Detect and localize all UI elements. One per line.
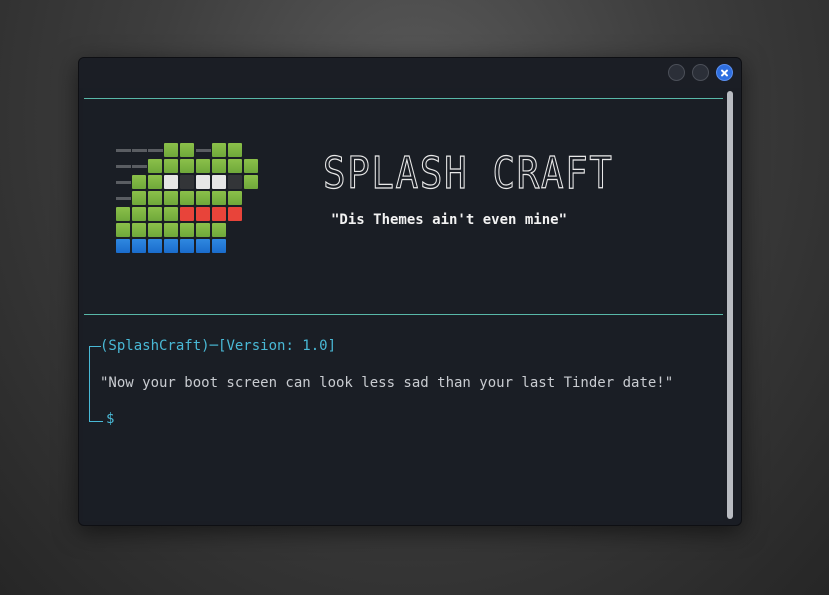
logo-pixel (212, 207, 226, 221)
splash-title: SPLASH CRAFT (322, 147, 614, 199)
logo-dash (148, 149, 163, 152)
logo-pixel (148, 191, 162, 205)
logo-pixel (148, 239, 162, 253)
logo-pixel (180, 191, 194, 205)
logo-pixel (228, 143, 242, 157)
logo-pixel (132, 175, 146, 189)
logo-pixel (132, 223, 146, 237)
logo-dash (116, 149, 131, 152)
close-button[interactable] (716, 64, 733, 81)
logo-pixel (196, 239, 210, 253)
logo-pixel (212, 191, 226, 205)
logo-pixel (164, 143, 178, 157)
logo-pixel (180, 143, 194, 157)
logo-pixel (212, 223, 226, 237)
logo-pixel (132, 239, 146, 253)
logo-pixel (244, 175, 258, 189)
logo-pixel (212, 175, 226, 189)
prompt-version: [Version: 1.0] (218, 338, 337, 354)
logo-pixel (148, 175, 162, 189)
logo-pixel (212, 239, 226, 253)
logo-pixel (212, 143, 226, 157)
scrollbar-thumb[interactable] (727, 91, 733, 519)
logo-pixel (116, 207, 130, 221)
logo-pixel (180, 223, 194, 237)
prompt-connector: ─ (209, 338, 219, 354)
title-bar[interactable] (79, 58, 741, 88)
logo-pixel (116, 239, 130, 253)
logo-pixel (164, 159, 178, 173)
logo-dash (116, 181, 131, 184)
logo-dash (116, 165, 131, 168)
logo-pixel (164, 223, 178, 237)
logo-pixel (164, 191, 178, 205)
logo-pixel (132, 207, 146, 221)
logo-pixel (228, 207, 242, 221)
splash-tagline: "Dis Themes ain't even mine" (331, 212, 568, 228)
logo-pixel (180, 175, 194, 189)
logo-pixel (196, 207, 210, 221)
boot-quote: "Now your boot screen can look less sad … (100, 375, 674, 391)
logo-pixel (148, 223, 162, 237)
logo-pixel (228, 159, 242, 173)
logo-pixel (180, 207, 194, 221)
logo-pixel (148, 207, 162, 221)
logo-dash (116, 197, 131, 200)
logo-pixel (228, 175, 242, 189)
logo-pixel (228, 191, 242, 205)
logo-pixel (196, 223, 210, 237)
logo-dash (132, 165, 147, 168)
logo-pixel (196, 191, 210, 205)
terminal-window: SPLASH CRAFT "Dis Themes ain't even mine… (78, 57, 742, 526)
logo-pixel (164, 207, 178, 221)
prompt-header: (SplashCraft)─[Version: 1.0] (100, 338, 336, 354)
logo-pixel (180, 159, 194, 173)
logo-pixel (148, 159, 162, 173)
minimize-button[interactable] (668, 64, 685, 81)
maximize-button[interactable] (692, 64, 709, 81)
terminal-output[interactable]: SPLASH CRAFT "Dis Themes ain't even mine… (83, 88, 723, 521)
logo-pixel (244, 159, 258, 173)
logo-pixel (212, 159, 226, 173)
top-divider (84, 98, 723, 99)
prompt-app-name: (SplashCraft) (100, 338, 210, 354)
logo-dash (196, 149, 211, 152)
logo-dash (132, 149, 147, 152)
bottom-divider (84, 314, 723, 315)
logo-pixel (116, 223, 130, 237)
prompt-symbol[interactable]: $ (106, 411, 114, 427)
logo-pixel (164, 175, 178, 189)
logo-pixel (164, 239, 178, 253)
logo-pixel (196, 159, 210, 173)
logo-pixel (132, 191, 146, 205)
logo-pixel (196, 175, 210, 189)
logo-pixel (180, 239, 194, 253)
